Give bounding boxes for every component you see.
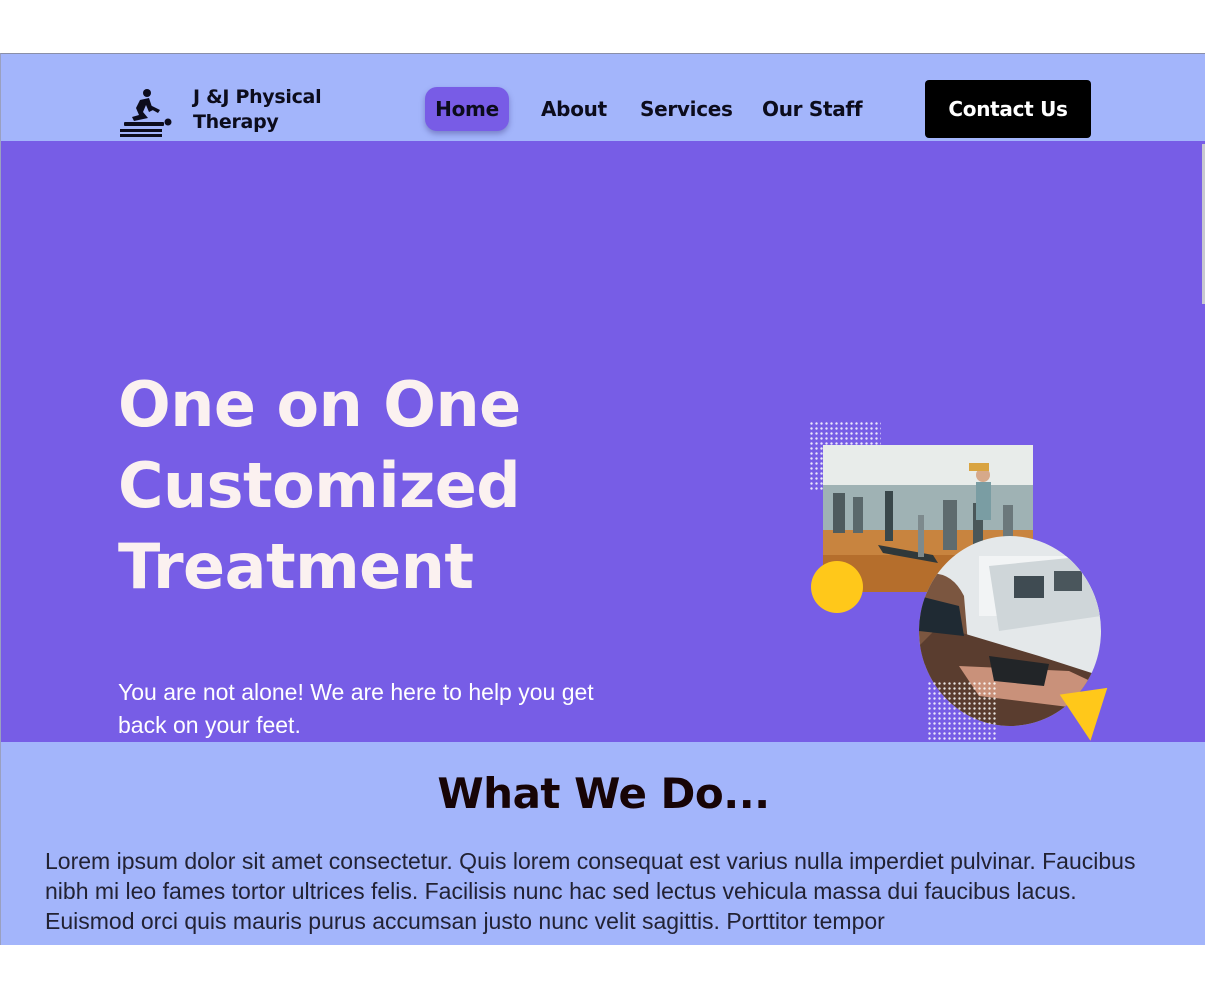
contact-us-button[interactable]: Contact Us bbox=[925, 80, 1091, 138]
browser-viewport: J &J Physical Therapy Home About Service… bbox=[0, 53, 1205, 945]
yellow-circle-decoration bbox=[811, 561, 863, 613]
massage-therapy-icon[interactable] bbox=[118, 88, 176, 138]
hero-subtitle: You are not alone! We are here to help y… bbox=[118, 679, 594, 738]
hero-title: One on One Customized Treatment bbox=[118, 364, 718, 607]
nav-our-staff[interactable]: Our Staff bbox=[762, 87, 863, 131]
hero-section: One on One Customized Treatment You are … bbox=[1, 141, 1205, 745]
site-header: J &J Physical Therapy Home About Service… bbox=[1, 54, 1205, 141]
nav-about[interactable]: About bbox=[541, 87, 607, 131]
section-title: What We Do... bbox=[437, 769, 770, 818]
nav-services[interactable]: Services bbox=[640, 87, 733, 131]
dot-pattern-decoration bbox=[927, 681, 997, 745]
brand-name[interactable]: J &J Physical Therapy bbox=[193, 85, 322, 135]
nav-home[interactable]: Home bbox=[425, 87, 509, 131]
what-we-do-section: What We Do... Lorem ipsum dolor sit amet… bbox=[1, 742, 1205, 945]
hero-title-line: One on One bbox=[118, 368, 521, 441]
brand-line-1: J &J Physical bbox=[193, 86, 322, 108]
hero-title-line: Treatment bbox=[118, 530, 474, 603]
section-body-text: Lorem ipsum dolor sit amet consectetur. … bbox=[45, 848, 1136, 934]
hero-title-line: Customized bbox=[118, 449, 521, 522]
yellow-triangle-decoration bbox=[1059, 687, 1115, 745]
brand-line-2: Therapy bbox=[193, 111, 279, 133]
